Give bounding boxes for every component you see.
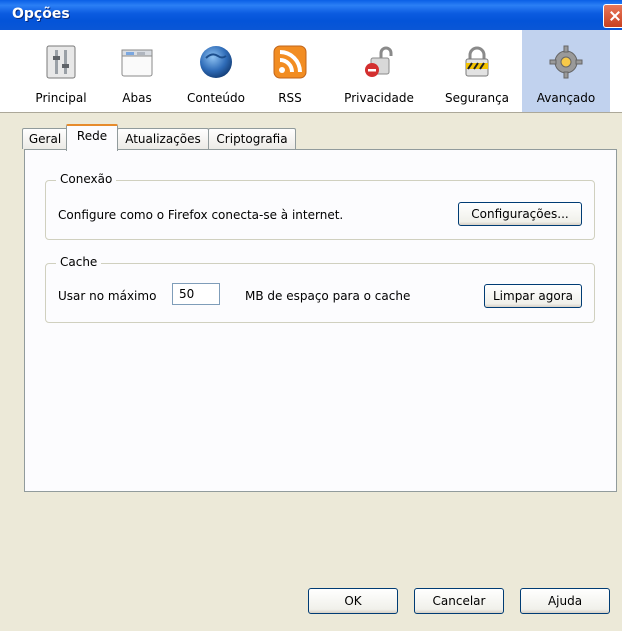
tab-label-criptografia: Criptografia (216, 132, 288, 146)
rss-icon (273, 45, 307, 79)
tab-criptografia[interactable]: Criptografia (208, 128, 296, 149)
toolbar-label-conteudo: Conteúdo (187, 91, 245, 105)
tab-label-rede: Rede (76, 129, 108, 143)
toolbar-item-principal[interactable]: Principal (26, 30, 96, 112)
toolbar-item-seguranca[interactable]: Segurança (436, 30, 518, 112)
cache-units-label: MB de espaço para o cache (245, 289, 411, 303)
tab-geral[interactable]: Geral (22, 128, 68, 149)
options-window: Opções Principal Abas Conteúdo RSS Priva… (0, 0, 622, 631)
toolbar-label-avancado: Avançado (536, 91, 596, 105)
clear-cache-button[interactable]: Limpar agora (484, 284, 582, 308)
rede-panel: Conexão Configure como o Firefox conecta… (24, 149, 617, 492)
toolbar-label-privacidade: Privacidade (344, 91, 414, 105)
lock-open-icon (365, 46, 393, 77)
tab-label-atualizacoes: Atualizações (125, 132, 201, 146)
connection-group: Conexão Configure como o Firefox conecta… (45, 172, 595, 240)
gear-icon (549, 45, 583, 79)
toolbar-item-abas[interactable]: Abas (110, 30, 164, 112)
toolbar-item-rss[interactable]: RSS (268, 30, 312, 112)
padlock-icon (465, 46, 489, 77)
title-bar[interactable]: Opções (0, 0, 622, 30)
cache-max-label: Usar no máximo (58, 289, 157, 303)
tab-label-geral: Geral (28, 132, 62, 146)
globe-icon (200, 46, 232, 78)
tab-rede[interactable]: Rede (66, 124, 118, 151)
connection-description: Configure como o Firefox conecta-se à in… (58, 208, 344, 222)
cache-size-input[interactable] (172, 283, 220, 305)
tab-atualizacoes[interactable]: Atualizações (117, 128, 209, 149)
connection-settings-button[interactable]: Configurações... (458, 202, 582, 226)
close-button[interactable] (603, 4, 622, 28)
cache-legend: Cache (56, 255, 102, 269)
category-toolbar: Principal Abas Conteúdo RSS Privacidade … (0, 30, 622, 113)
toolbar-item-conteudo[interactable]: Conteúdo (178, 30, 254, 112)
ok-button[interactable]: OK (308, 588, 398, 614)
connection-legend: Conexão (56, 172, 117, 186)
toolbar-label-principal: Principal (35, 91, 87, 105)
cancel-button[interactable]: Cancelar (414, 588, 504, 614)
toolbar-label-abas: Abas (122, 91, 152, 105)
toolbar-label-seguranca: Segurança (444, 91, 510, 105)
help-button[interactable]: Ajuda (520, 588, 610, 614)
toolbar-item-privacidade[interactable]: Privacidade (330, 30, 428, 112)
toolbar-label-rss: RSS (278, 91, 302, 105)
toolbar-item-avancado[interactable]: Avançado (522, 30, 610, 112)
tabs-icon (121, 49, 153, 77)
window-title: Opções (12, 6, 70, 22)
cache-group: Cache Usar no máximo MB de espaço para o… (45, 255, 595, 323)
principal-icon (46, 45, 76, 79)
